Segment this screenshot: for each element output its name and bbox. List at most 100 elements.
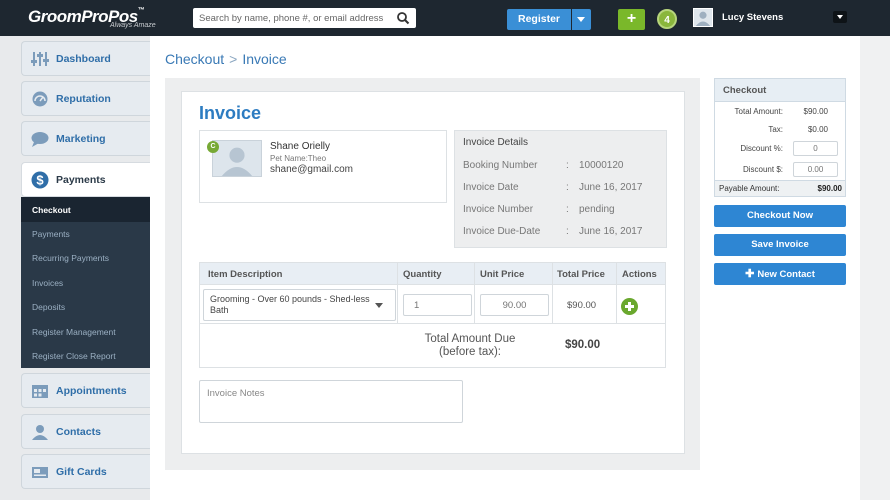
breadcrumb-parent-link[interactable]: Checkout — [165, 51, 224, 67]
invoice-date-label: Invoice Date — [463, 182, 519, 193]
customer-email: shane@gmail.com — [270, 164, 353, 175]
row-divider — [200, 323, 665, 324]
payable-amount-label: Payable Amount: — [719, 184, 780, 193]
column-header-unit-price: Unit Price — [480, 269, 525, 280]
invoice-notes-field[interactable] — [199, 380, 463, 423]
checkout-now-button[interactable]: Checkout Now — [714, 205, 846, 227]
add-row-icon[interactable] — [621, 298, 638, 315]
total-amount-due-label: Total Amount Due (before tax): — [424, 333, 516, 358]
speech-bubble-icon — [31, 132, 49, 147]
breadcrumb-separator: > — [229, 51, 238, 67]
sidebar-item-label: Contacts — [56, 426, 101, 438]
sidebar-item-dashboard[interactable]: Dashboard — [21, 41, 150, 76]
submenu-item-checkout[interactable]: Checkout — [32, 205, 71, 215]
submenu-item-recurring-payments[interactable]: Recurring Payments — [32, 253, 109, 263]
sidebar-item-gift-cards[interactable]: Gift Cards — [21, 454, 150, 489]
user-menu-dropdown[interactable] — [833, 11, 847, 23]
sidebar-item-payments[interactable]: $ Payments — [21, 162, 157, 197]
breadcrumb: Checkout > Invoice — [165, 51, 287, 67]
invoice-date-value: June 16, 2017 — [579, 182, 643, 193]
submenu-item-register-management[interactable]: Register Management — [32, 327, 116, 337]
column-divider — [552, 263, 553, 323]
trademark: ™ — [137, 7, 145, 14]
customer-name[interactable]: Shane Orielly — [270, 141, 330, 152]
quick-add-button[interactable]: + — [618, 9, 645, 30]
sidebar-item-label: Payments — [56, 174, 106, 186]
chevron-down-icon — [577, 17, 585, 22]
gift-card-icon — [32, 467, 48, 478]
sliders-icon — [31, 52, 49, 66]
booking-number-label: Booking Number — [463, 160, 538, 171]
user-name[interactable]: Lucy Stevens — [722, 12, 783, 23]
unit-price-input[interactable] — [480, 294, 549, 316]
sidebar-item-contacts[interactable]: Contacts — [21, 414, 150, 449]
customer-pet-name: Pet Name:Theo — [270, 154, 327, 163]
page-title: Invoice — [199, 103, 262, 123]
logo-tagline: Always Amaze — [110, 22, 156, 29]
submenu-item-payments[interactable]: Payments — [32, 229, 70, 239]
page-gutter — [860, 36, 890, 500]
sidebar-item-label: Reputation — [56, 93, 111, 105]
chevron-down-icon — [375, 303, 383, 308]
save-invoice-button[interactable]: Save Invoice — [714, 234, 846, 256]
colon: : — [566, 204, 569, 215]
sidebar-item-appointments[interactable]: Appointments — [21, 373, 150, 408]
submenu-item-register-close-report[interactable]: Register Close Report — [32, 351, 116, 361]
sidebar-item-label: Gift Cards — [56, 466, 107, 478]
person-silhouette-icon — [221, 147, 253, 176]
invoice-number-label: Invoice Number — [463, 204, 534, 215]
chevron-down-icon — [837, 15, 843, 19]
column-header-quantity: Quantity — [403, 269, 442, 280]
submenu-item-deposits[interactable]: Deposits — [32, 302, 65, 312]
invoice-due-date-label: Invoice Due-Date — [463, 226, 541, 237]
total-amount-due-value: $90.00 — [565, 339, 601, 351]
sidebar-item-marketing[interactable]: Marketing — [21, 121, 150, 156]
invoice-number-value: pending — [579, 204, 615, 215]
booking-number-value: 10000120 — [579, 160, 624, 171]
sidebar-item-label: Marketing — [56, 133, 106, 145]
discount-percent-input[interactable] — [793, 141, 838, 156]
discount-percent-label: Discount %: — [740, 144, 783, 153]
person-icon — [32, 425, 48, 440]
search-input[interactable] — [199, 10, 389, 26]
plus-icon: ✚ — [745, 268, 755, 280]
tax-value: $0.00 — [807, 125, 828, 134]
colon: : — [566, 182, 569, 193]
gauge-icon — [32, 91, 48, 107]
row-total-price: $90.00 — [567, 300, 597, 311]
register-dropdown-button[interactable] — [572, 9, 591, 30]
new-contact-button[interactable]: ✚ New Contact — [714, 263, 846, 285]
search-box — [193, 8, 416, 28]
column-divider — [474, 263, 475, 323]
new-contact-label: New Contact — [757, 269, 815, 280]
column-header-actions: Actions — [622, 269, 657, 280]
discount-amount-label: Discount $: — [742, 165, 783, 174]
item-select-value: Grooming - Over 60 pounds - Shed-less Ba… — [210, 294, 370, 315]
invoice-due-date-value: June 16, 2017 — [579, 226, 643, 237]
colon: : — [566, 160, 569, 171]
notification-badge[interactable]: 4 — [657, 9, 677, 29]
quantity-input[interactable] — [403, 294, 472, 316]
column-header-total-price: Total Price — [557, 269, 605, 280]
sidebar-item-reputation[interactable]: Reputation — [21, 81, 150, 116]
breadcrumb-current: Invoice — [242, 51, 287, 67]
user-avatar[interactable] — [693, 8, 713, 27]
sidebar-item-label: Appointments — [56, 385, 127, 397]
person-silhouette-icon — [695, 11, 711, 26]
total-amount-value: $90.00 — [803, 107, 828, 116]
column-divider — [397, 263, 398, 323]
search-icon[interactable] — [396, 11, 410, 25]
customer-type-badge: C — [207, 141, 219, 153]
calendar-icon — [32, 385, 48, 398]
submenu-item-invoices[interactable]: Invoices — [32, 278, 63, 288]
column-divider — [616, 263, 617, 323]
discount-amount-input[interactable] — [793, 162, 838, 177]
dollar-icon: $ — [31, 171, 49, 189]
column-header-item-description: Item Description — [208, 269, 283, 280]
customer-avatar — [212, 140, 262, 177]
checkout-panel-title: Checkout — [723, 85, 767, 96]
invoice-details-title: Invoice Details — [463, 137, 529, 148]
payments-submenu: Checkout Payments Recurring Payments Inv… — [21, 197, 150, 368]
register-button[interactable]: Register — [507, 9, 571, 30]
sidebar-item-label: Dashboard — [56, 53, 111, 65]
